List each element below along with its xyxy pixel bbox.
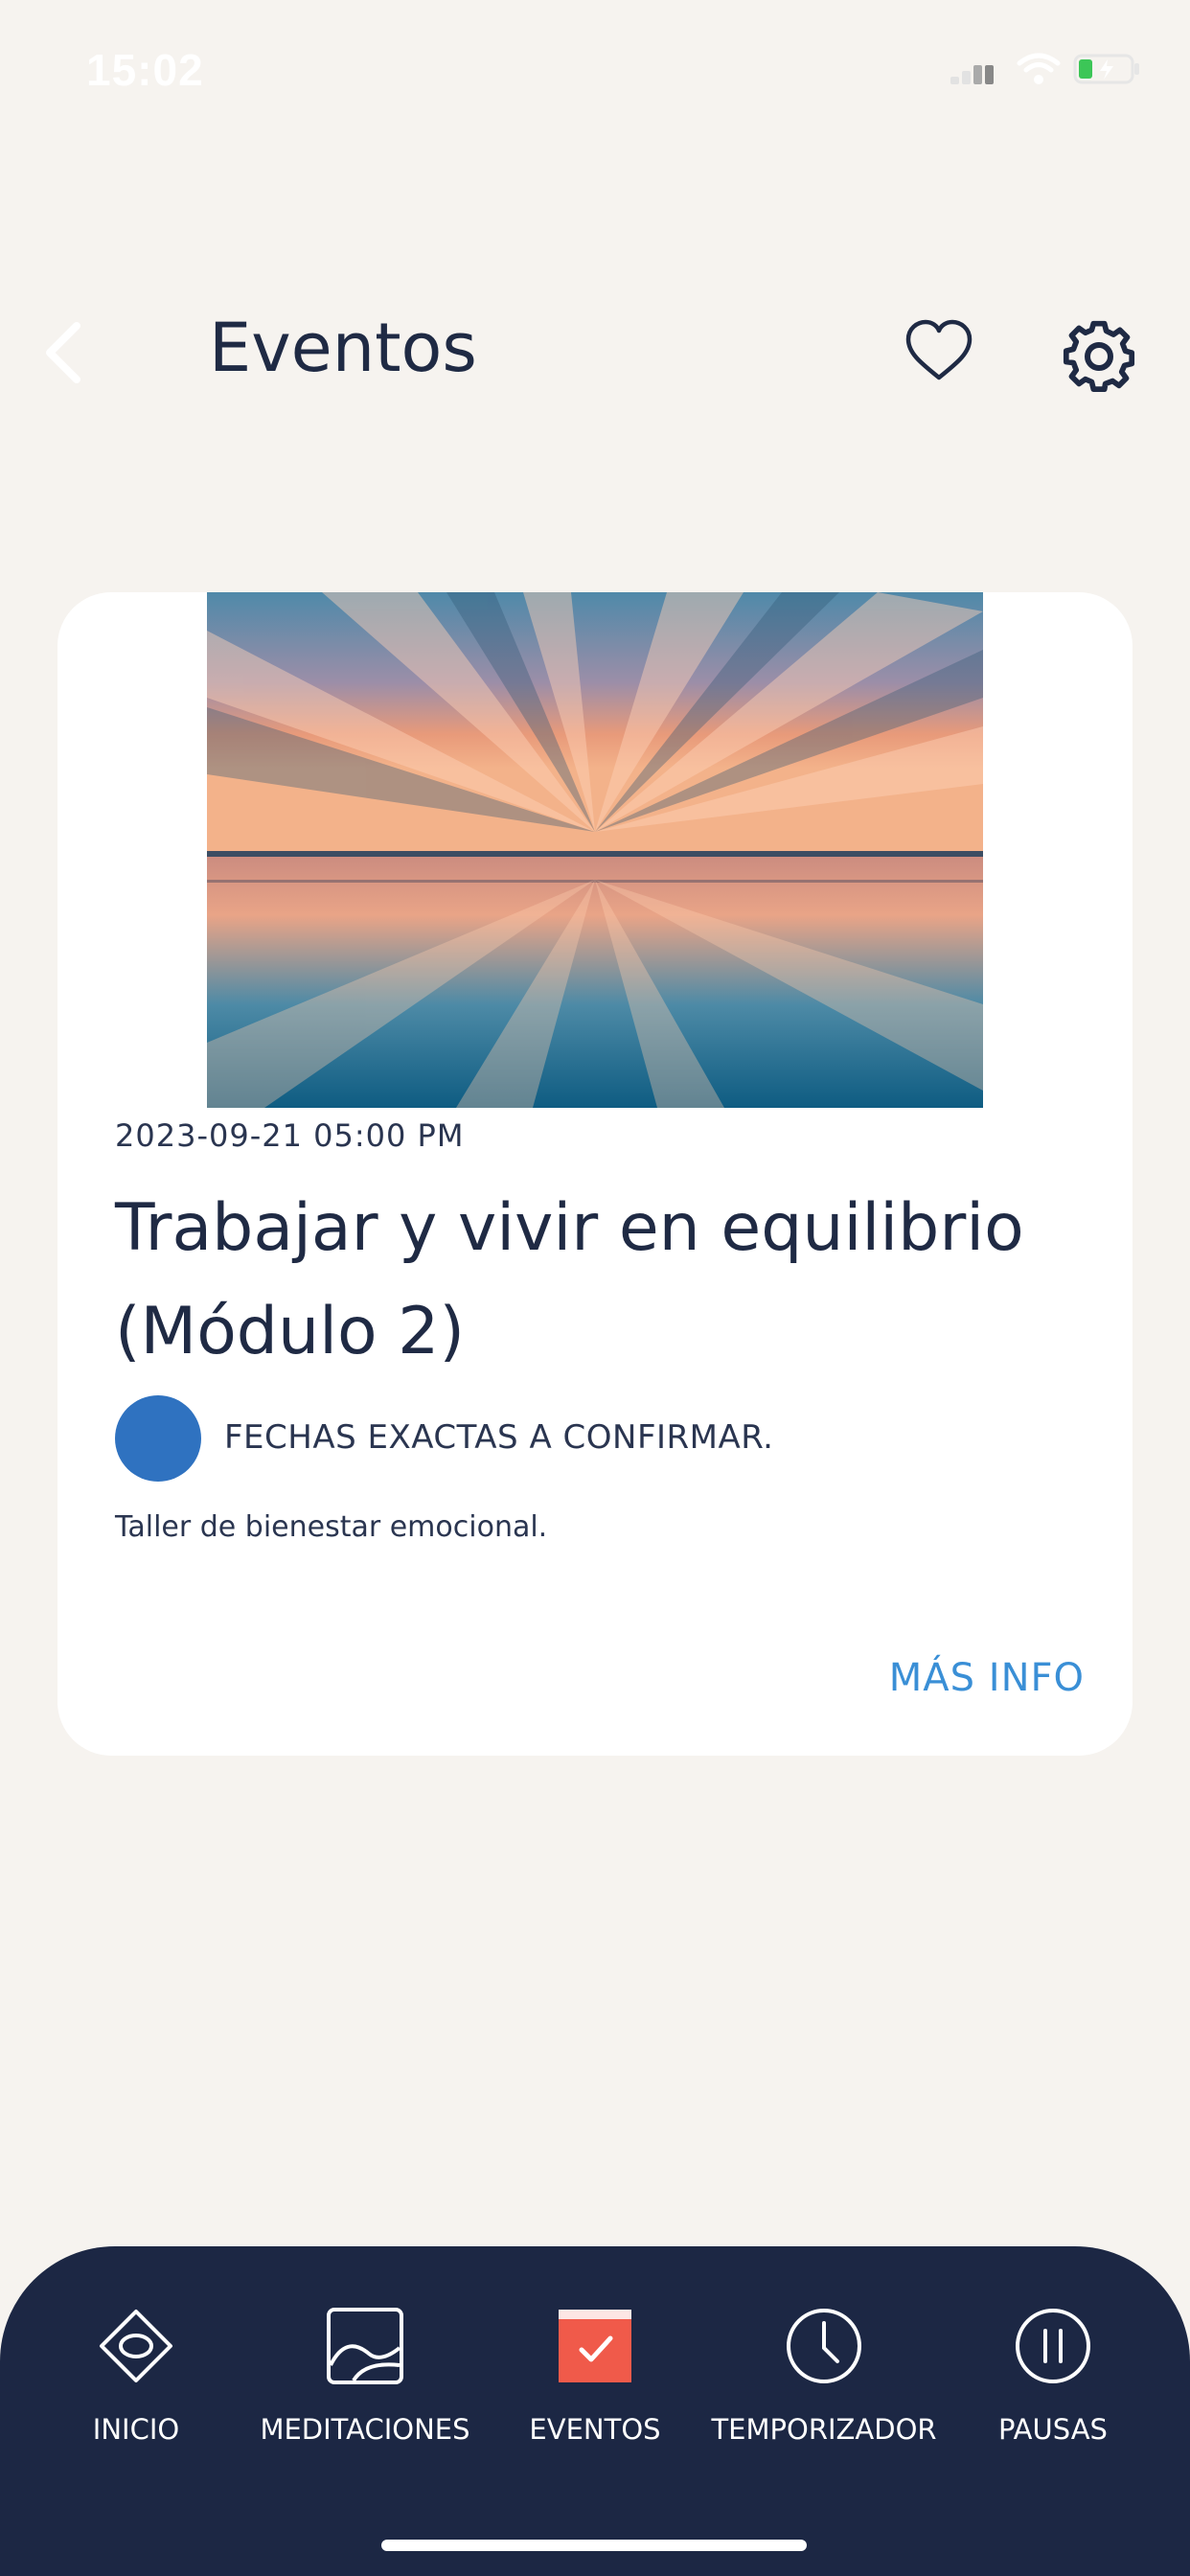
- nav-label: TEMPORIZADOR: [711, 2413, 937, 2446]
- page-title: Eventos: [209, 309, 477, 387]
- status-icons: [950, 50, 1142, 88]
- chevron-left-icon: [46, 322, 80, 383]
- image-icon: [327, 2308, 403, 2384]
- event-description: Taller de bienestar emocional.: [115, 1510, 548, 1544]
- more-info-button[interactable]: MÁS INFO: [889, 1656, 1085, 1700]
- favorites-button[interactable]: [901, 314, 977, 391]
- heart-icon: [905, 319, 973, 380]
- nav-item-eventos[interactable]: EVENTOS: [480, 2306, 710, 2450]
- bottom-nav: INICIO MEDITACIONES EVENTOS TEMPORIZADOR…: [0, 2246, 1190, 2576]
- event-status-dot: [115, 1395, 201, 1482]
- battery-icon: [1073, 54, 1139, 84]
- event-title: Trabajar y vivir en equilibrio (Módulo 2…: [115, 1190, 1024, 1369]
- event-status: FECHAS EXACTAS A CONFIRMAR.: [224, 1418, 774, 1457]
- nav-label: MEDITACIONES: [260, 2413, 470, 2446]
- clock-icon: [787, 2309, 861, 2383]
- back-button[interactable]: [38, 316, 96, 393]
- nav-item-inicio[interactable]: INICIO: [21, 2306, 251, 2450]
- nav-item-pausas[interactable]: PAUSAS: [938, 2306, 1168, 2450]
- event-date: 2023-09-21 05:00 PM: [115, 1117, 465, 1154]
- eye-diamond-icon: [100, 2310, 172, 2382]
- wifi-icon: [1017, 53, 1061, 84]
- cellular-signal-icon: [950, 50, 998, 88]
- event-card[interactable]: 2023-09-21 05:00 PM Trabajar y vivir en …: [57, 592, 1133, 1756]
- nav-item-temporizador[interactable]: TEMPORIZADOR: [709, 2306, 939, 2450]
- nav-label: PAUSAS: [998, 2413, 1108, 2446]
- event-image: [207, 592, 983, 1108]
- home-indicator[interactable]: [381, 2540, 807, 2551]
- settings-button[interactable]: [1059, 314, 1139, 395]
- gear-icon: [1063, 320, 1135, 392]
- calendar-check-icon: [559, 2310, 631, 2382]
- nav-item-meditaciones[interactable]: MEDITACIONES: [250, 2306, 480, 2450]
- pause-icon: [1016, 2309, 1090, 2383]
- nav-label: INICIO: [92, 2413, 180, 2446]
- status-time: 15:02: [86, 45, 204, 95]
- nav-label: EVENTOS: [529, 2413, 661, 2446]
